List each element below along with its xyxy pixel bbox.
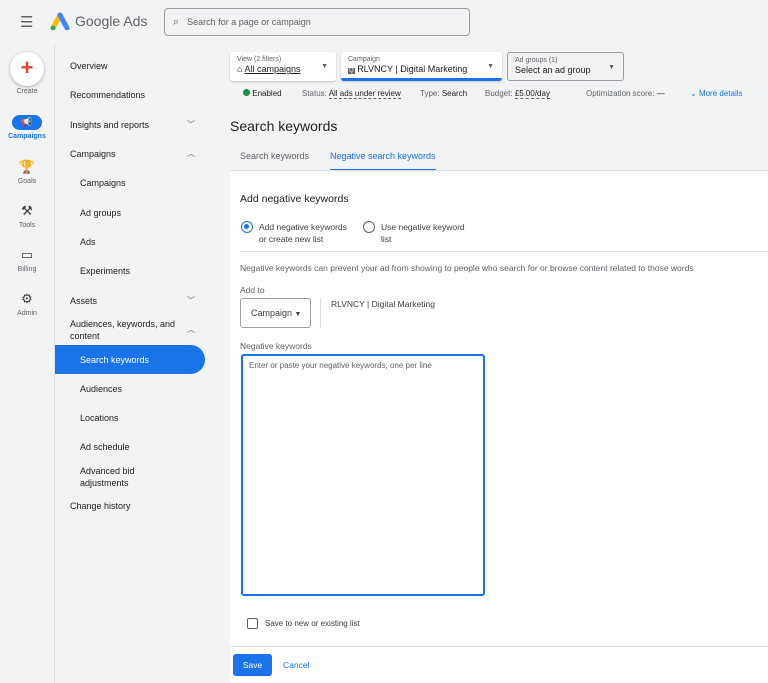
home-icon: ⌂ bbox=[237, 64, 243, 74]
app-name: Google Ads bbox=[75, 13, 148, 29]
dropdown-arrow-icon: ▼ bbox=[487, 63, 494, 70]
campaign-filter-value: RLVNCY | Digital Marketing bbox=[357, 64, 468, 74]
campaign-filter-label: Campaign bbox=[348, 56, 380, 63]
nav-campaigns[interactable]: Campaigns bbox=[55, 177, 205, 189]
google-ads-logo-icon bbox=[50, 12, 70, 30]
nav-overview[interactable]: Overview bbox=[55, 60, 205, 72]
radio-unselected-icon bbox=[363, 221, 375, 233]
plus-icon: + bbox=[20, 55, 34, 80]
side-nav: Overview Recommendations Insights and re… bbox=[54, 44, 220, 683]
rail-campaigns[interactable]: 📢 Campaigns bbox=[0, 115, 54, 140]
view-filter-label: View (2 filters) bbox=[237, 56, 282, 63]
view-filter[interactable]: View (2 filters) ⌂ All campaigns ▼ bbox=[230, 52, 336, 81]
optimization-score: Optimization score: — bbox=[586, 89, 665, 98]
chevron-down-icon: ﹀ bbox=[187, 120, 195, 129]
nav-audiences-keywords[interactable]: Audiences, keywords, and content ︿ bbox=[55, 318, 205, 342]
divider bbox=[320, 298, 321, 328]
tab-negative-search-keywords[interactable]: Negative search keywords bbox=[330, 151, 436, 171]
negative-keywords-label: Negative keywords bbox=[240, 341, 312, 351]
campaign-type: Type: Search bbox=[420, 89, 468, 98]
divider bbox=[240, 251, 768, 252]
negative-keywords-card: Add negative keywords Add negative keywo… bbox=[230, 170, 768, 683]
gear-icon: ⚙ bbox=[21, 291, 33, 306]
search-input[interactable]: ⌕ Search for a page or campaign bbox=[164, 8, 470, 36]
trophy-icon: 🏆 bbox=[18, 159, 36, 174]
chevron-down-icon: ⌄ bbox=[690, 89, 697, 98]
nav-campaigns-group[interactable]: Campaigns ︿ bbox=[55, 148, 205, 160]
nav-assets[interactable]: Assets ﹀ bbox=[55, 295, 205, 307]
search-campaign-icon: Q bbox=[348, 68, 355, 74]
megaphone-icon: 📢 bbox=[12, 115, 42, 130]
adgroup-filter-label: Ad groups (1) bbox=[515, 57, 558, 64]
adgroup-filter[interactable]: Ad groups (1) Select an ad group ▼ bbox=[507, 52, 624, 81]
budget: Budget: £5.00/day bbox=[485, 89, 550, 99]
nav-locations[interactable]: Locations bbox=[55, 412, 205, 424]
save-to-list-checkbox[interactable]: Save to new or existing list bbox=[247, 618, 360, 629]
ad-status: Status: All ads under review bbox=[302, 89, 401, 99]
nav-recommendations[interactable]: Recommendations bbox=[55, 89, 205, 101]
radio-add-negative[interactable]: Add negative keywords or create new list bbox=[241, 221, 356, 245]
view-filter-value: All campaigns bbox=[244, 64, 301, 74]
rail-goals[interactable]: 🏆 Goals bbox=[0, 159, 54, 185]
save-button[interactable]: Save bbox=[233, 654, 272, 676]
search-placeholder: Search for a page or campaign bbox=[187, 17, 311, 27]
nav-search-keywords[interactable]: Search keywords bbox=[55, 345, 205, 374]
divider bbox=[230, 646, 768, 647]
add-to-select[interactable]: Campaign ▼ bbox=[240, 298, 311, 328]
more-details-link[interactable]: ⌄ More details bbox=[690, 89, 743, 98]
nav-ads[interactable]: Ads bbox=[55, 236, 205, 248]
nav-audiences[interactable]: Audiences bbox=[55, 383, 205, 395]
nav-ad-schedule[interactable]: Ad schedule bbox=[55, 441, 205, 453]
nav-insights[interactable]: Insights and reports ﹀ bbox=[55, 119, 205, 131]
enabled-status: Enabled bbox=[243, 89, 282, 98]
chevron-up-icon: ︿ bbox=[187, 149, 195, 158]
app-rail: + Create 📢 Campaigns 🏆 Goals ⚒ Tools ▭ Billi… bbox=[0, 44, 54, 683]
budget-value[interactable]: £5.00/day bbox=[514, 89, 550, 99]
nav-change-history[interactable]: Change history bbox=[55, 500, 205, 512]
form-heading: Add negative keywords bbox=[240, 193, 349, 205]
campaign-filter[interactable]: Campaign Q RLVNCY | Digital Marketing ▼ bbox=[341, 52, 502, 81]
rail-tools[interactable]: ⚒ Tools bbox=[0, 203, 54, 229]
add-to-label: Add to bbox=[240, 285, 265, 295]
chevron-up-icon: ︿ bbox=[187, 325, 195, 334]
chevron-down-icon: ﹀ bbox=[187, 296, 195, 305]
cancel-button[interactable]: Cancel bbox=[283, 660, 309, 670]
checkbox-icon bbox=[247, 618, 258, 629]
rail-billing[interactable]: ▭ Billing bbox=[0, 247, 54, 273]
search-icon: ⌕ bbox=[173, 15, 180, 28]
top-bar: ☰ Google Ads ⌕ Search for a page or campa… bbox=[0, 0, 768, 44]
rail-admin[interactable]: ⚙ Admin bbox=[0, 291, 54, 317]
radio-use-list[interactable]: Use negative keyword list bbox=[363, 221, 473, 245]
create-button[interactable]: + bbox=[10, 52, 44, 86]
add-to-target: RLVNCY | Digital Marketing bbox=[331, 299, 435, 309]
status-dot-icon bbox=[243, 89, 250, 96]
dropdown-arrow-icon: ▼ bbox=[321, 63, 328, 70]
tools-icon: ⚒ bbox=[21, 203, 33, 218]
dropdown-arrow-icon: ▼ bbox=[294, 311, 302, 318]
card-icon: ▭ bbox=[20, 247, 34, 262]
tab-search-keywords[interactable]: Search keywords bbox=[240, 151, 309, 161]
negative-keywords-textarea[interactable]: Enter or paste your negative keywords, o… bbox=[241, 354, 485, 596]
dropdown-arrow-icon: ▼ bbox=[608, 64, 615, 71]
status-value[interactable]: All ads under review bbox=[328, 89, 401, 99]
create-label: Create bbox=[16, 88, 38, 95]
menu-icon[interactable]: ☰ bbox=[20, 13, 33, 31]
help-text: Negative keywords can prevent your ad fr… bbox=[240, 263, 694, 273]
nav-ad-groups[interactable]: Ad groups bbox=[55, 207, 205, 219]
nav-advanced-bid[interactable]: Advanced bid adjustments bbox=[55, 465, 205, 489]
radio-selected-icon bbox=[241, 221, 253, 233]
adgroup-filter-value: Select an ad group bbox=[515, 65, 591, 75]
nav-experiments[interactable]: Experiments bbox=[55, 265, 205, 277]
page-title: Search keywords bbox=[230, 118, 338, 134]
